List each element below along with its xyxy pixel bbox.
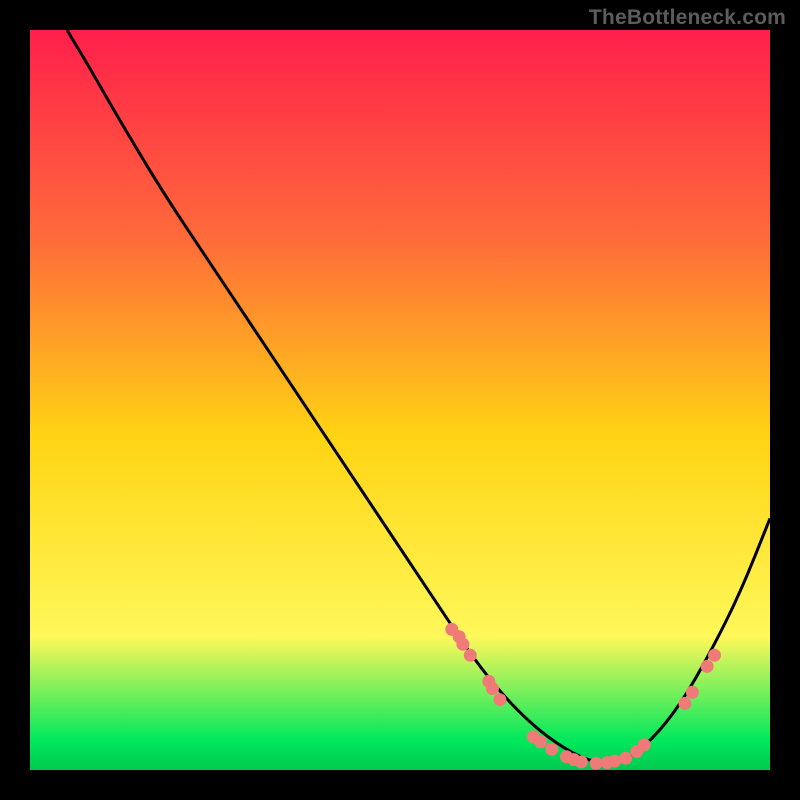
- highlight-dot: [708, 649, 721, 662]
- highlight-dot: [701, 660, 714, 673]
- highlight-dot: [545, 743, 558, 756]
- watermark-text: TheBottleneck.com: [589, 6, 786, 30]
- highlight-dot: [619, 752, 632, 765]
- highlight-dot: [456, 638, 469, 651]
- highlight-dot: [486, 682, 499, 695]
- highlight-dot: [534, 735, 547, 748]
- chart-frame: TheBottleneck.com: [0, 0, 800, 800]
- highlight-dot: [608, 755, 621, 768]
- highlight-dot: [678, 697, 691, 710]
- chart-svg: [30, 30, 770, 770]
- gradient-background: [30, 30, 770, 770]
- highlight-dot: [493, 693, 506, 706]
- highlight-dot: [464, 649, 477, 662]
- highlight-dot: [686, 686, 699, 699]
- highlight-dot: [638, 738, 651, 751]
- plot-area: [30, 30, 770, 770]
- highlight-dot: [575, 755, 588, 768]
- highlight-dot: [590, 757, 603, 770]
